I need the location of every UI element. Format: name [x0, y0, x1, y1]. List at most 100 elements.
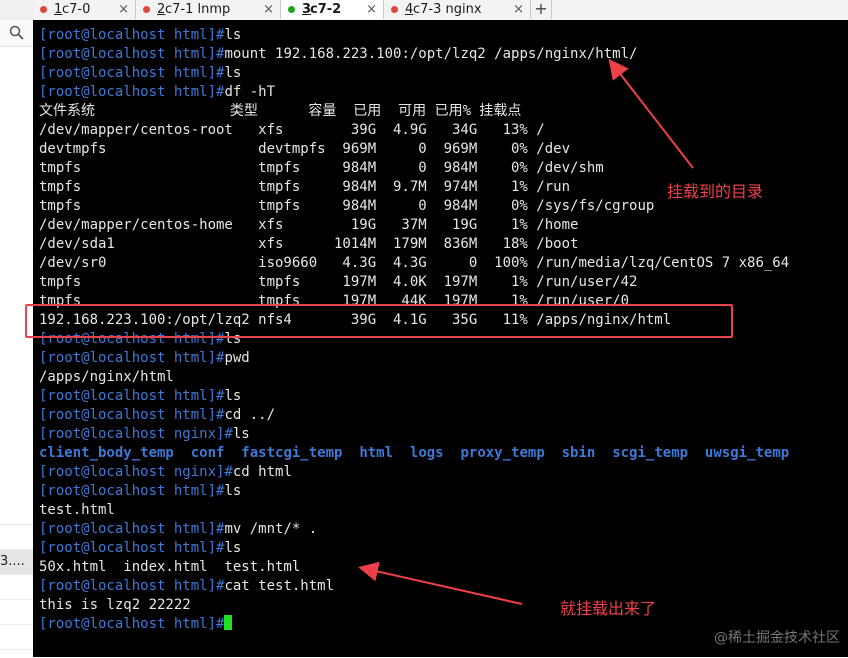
output-text: this is lzq2 22222	[39, 597, 191, 613]
close-icon[interactable]: ×	[263, 0, 274, 19]
command-line: [root@localhost html]#	[39, 615, 233, 634]
output-text: /apps/nginx/html	[39, 369, 174, 385]
command-line: [root@localhost html]#cd ../	[39, 406, 275, 425]
tab-c7-1-lnmp[interactable]: 2 c7-1 lnmp ×	[136, 0, 281, 19]
shell-prompt: [root@localhost html]#	[39, 616, 225, 632]
session-list-item[interactable]	[0, 575, 33, 600]
output-line: tmpfs tmpfs 984M 0 984M 0% /sys/fs/cgrou…	[39, 197, 654, 216]
output-line: tmpfs tmpfs 984M 9.7M 974M 1% /run	[39, 178, 570, 197]
shell-prompt: [root@localhost html]#	[39, 578, 225, 594]
status-dot-icon	[143, 6, 150, 13]
add-tab-button[interactable]: +	[531, 0, 552, 19]
command-line: [root@localhost html]#ls	[39, 482, 241, 501]
command-line: [root@localhost nginx]#ls	[39, 425, 250, 444]
watermark: @稀土掘金技术社区	[714, 630, 840, 646]
directory-entry: logs	[409, 445, 444, 461]
output-line: devtmpfs devtmpfs 969M 0 969M 0% /dev	[39, 140, 570, 159]
output-text: tmpfs tmpfs 984M 0 984M 0% /dev/shm	[39, 160, 604, 176]
output-line: /dev/sr0 iso9660 4.3G 4.3G 0 100% /run/m…	[39, 254, 789, 273]
close-icon[interactable]: ×	[118, 0, 129, 19]
output-line: 文件系统 类型 容量 已用 可用 已用% 挂载点	[39, 102, 521, 121]
output-text: 50x.html index.html test.html	[39, 559, 301, 575]
terminal-output[interactable]: [root@localhost html]#ls [root@localhost …	[33, 20, 848, 657]
output-line: /dev/mapper/centos-root xfs 39G 4.9G 34G…	[39, 121, 545, 140]
command-line: [root@localhost html]#ls	[39, 539, 241, 558]
close-icon[interactable]: ×	[366, 0, 377, 19]
output-text: tmpfs tmpfs 197M 4.0K 197M 1% /run/user/…	[39, 274, 638, 290]
command-text: ls	[224, 27, 242, 43]
tab-c7-0[interactable]: 1 c7-0 ×	[33, 0, 136, 19]
shell-prompt: [root@localhost html]#	[39, 46, 225, 62]
output-line: test.html	[39, 501, 115, 520]
command-line: [root@localhost html]#pwd	[39, 349, 250, 368]
annotation-mounted-out: 就挂载出来了	[560, 599, 657, 618]
text-cursor	[224, 615, 233, 630]
directory-entry: scgi_temp	[612, 445, 689, 461]
tab-label: c7-3 nginx	[413, 2, 482, 17]
session-search[interactable]	[0, 20, 33, 47]
tab-c7-3-nginx[interactable]: 4 c7-3 nginx ×	[384, 0, 531, 19]
status-dot-icon	[40, 6, 47, 13]
command-line: [root@localhost html]#ls	[39, 26, 241, 45]
session-list-item[interactable]	[0, 625, 33, 650]
shell-prompt: [root@localhost html]#	[39, 388, 225, 404]
output-text: /dev/sda1 xfs 1014M 179M 836M 18% /boot	[39, 236, 579, 252]
output-line: tmpfs tmpfs 984M 0 984M 0% /dev/shm	[39, 159, 604, 178]
shell-prompt: [root@localhost nginx]#	[39, 426, 233, 442]
command-text: cat test.html	[224, 578, 335, 594]
session-list: 3....	[0, 524, 33, 658]
session-list-item[interactable]	[0, 525, 33, 550]
shell-prompt: [root@localhost html]#	[39, 27, 225, 43]
command-text: df -hT	[224, 84, 276, 100]
output-text: test.html	[39, 502, 115, 518]
output-text: tmpfs tmpfs 984M 9.7M 974M 1% /run	[39, 179, 571, 195]
command-text: mv /mnt/* .	[224, 521, 318, 537]
tab-label: c7-1 lnmp	[165, 2, 231, 17]
tab-label: c7-0	[62, 2, 91, 17]
left-panel-header	[0, 0, 33, 21]
output-line: tmpfs tmpfs 197M 4.0K 197M 1% /run/user/…	[39, 273, 637, 292]
output-text: /dev/mapper/centos-root xfs 39G 4.9G 34G…	[39, 122, 545, 138]
shell-prompt: [root@localhost html]#	[39, 65, 225, 81]
search-icon[interactable]	[9, 25, 24, 40]
status-dot-icon	[391, 6, 398, 13]
shell-prompt: [root@localhost html]#	[39, 84, 225, 100]
command-line: [root@localhost html]#df -hT	[39, 83, 275, 102]
session-list-item-label: 3....	[0, 554, 25, 569]
directory-entry: proxy_temp	[460, 445, 545, 461]
command-line: [root@localhost html]#ls	[39, 387, 241, 406]
command-text: cd ../	[224, 407, 276, 423]
session-list-item-selected[interactable]: 3....	[0, 550, 33, 575]
terminal-tab-bar: 1 c7-0 × 2 c7-1 lnmp × 3 c7-2 × 4 c7-3 n…	[33, 0, 848, 21]
directory-entry: sbin	[561, 445, 596, 461]
command-text: mount 192.168.223.100:/opt/lzq2 /apps/ng…	[224, 46, 638, 62]
command-line: [root@localhost nginx]#cd html	[39, 463, 292, 482]
output-line: /apps/nginx/html	[39, 368, 174, 387]
shell-prompt: [root@localhost html]#	[39, 483, 225, 499]
close-icon[interactable]: ×	[513, 0, 524, 19]
tab-c7-2[interactable]: 3 c7-2 ×	[281, 0, 384, 19]
command-line: [root@localhost html]#cat test.html	[39, 577, 334, 596]
command-text: ls	[224, 65, 242, 81]
shell-prompt: [root@localhost html]#	[39, 407, 225, 423]
command-line: [root@localhost html]#ls	[39, 64, 241, 83]
output-text: 文件系统 类型 容量 已用 可用 已用% 挂载点	[39, 103, 522, 119]
command-text: ls	[232, 426, 250, 442]
tab-label: c7-2	[310, 2, 342, 17]
shell-prompt: [root@localhost nginx]#	[39, 464, 233, 480]
status-dot-icon	[288, 6, 295, 13]
command-text: ls	[224, 540, 242, 556]
output-line: this is lzq2 22222	[39, 596, 191, 615]
session-list-item[interactable]	[0, 600, 33, 625]
output-line: 50x.html index.html test.html	[39, 558, 300, 577]
command-text: ls	[224, 388, 242, 404]
command-text: cd html	[232, 464, 292, 480]
command-line: [root@localhost html]#mount 192.168.223.…	[39, 45, 637, 64]
directory-entry: fastcgi_temp	[241, 445, 343, 461]
directory-entry: conf	[190, 445, 225, 461]
highlight-box	[25, 304, 733, 338]
output-text: /dev/sr0 iso9660 4.3G 4.3G 0 100% /run/m…	[39, 255, 790, 271]
output-text: tmpfs tmpfs 984M 0 984M 0% /sys/fs/cgrou…	[39, 198, 655, 214]
shell-prompt: [root@localhost html]#	[39, 540, 225, 556]
directory-entry: client_body_temp	[39, 445, 174, 461]
